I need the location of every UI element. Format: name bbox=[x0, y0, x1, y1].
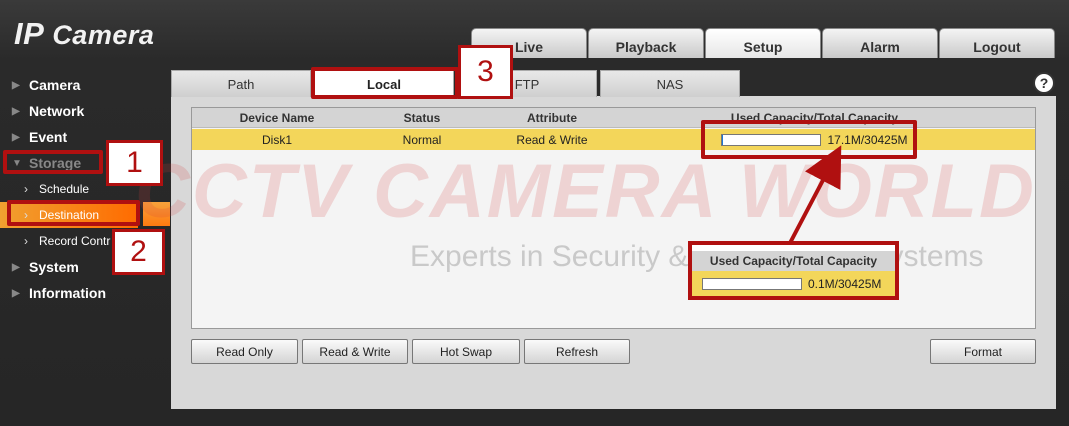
tab-logout[interactable]: Logout bbox=[939, 28, 1055, 58]
chevron-right-icon: › bbox=[24, 234, 28, 248]
annotation-box-storage bbox=[3, 150, 103, 174]
header-attribute: Attribute bbox=[527, 110, 577, 125]
sidebar-item-network[interactable]: ▶ Network bbox=[0, 98, 170, 124]
collapsed-arrow-icon: ▶ bbox=[12, 131, 20, 143]
read-write-button[interactable]: Read & Write bbox=[302, 339, 408, 364]
zoom-header: Used Capacity/Total Capacity bbox=[692, 251, 895, 271]
cell-attribute: Read & Write bbox=[516, 132, 588, 147]
help-icon[interactable]: ? bbox=[1033, 72, 1055, 94]
capacity-zoom-callout: Used Capacity/Total Capacity 0.1M/30425M bbox=[688, 241, 899, 300]
annotation-box-local-tab bbox=[311, 67, 459, 99]
format-button[interactable]: Format bbox=[930, 339, 1036, 364]
header-device-name: Device Name bbox=[239, 110, 315, 125]
logo-suffix: Camera bbox=[52, 20, 155, 50]
annotation-box-destination bbox=[7, 200, 140, 226]
sidebar-item-information[interactable]: ▶ Information bbox=[0, 280, 170, 306]
sidebar-subitem-label: Record Contr bbox=[39, 234, 111, 248]
collapsed-arrow-icon: ▶ bbox=[12, 79, 20, 91]
cell-device-name: Disk1 bbox=[261, 132, 292, 147]
annotation-number-2: 2 bbox=[112, 229, 165, 275]
zoom-row: 0.1M/30425M bbox=[692, 271, 895, 296]
active-menu-connector bbox=[143, 202, 170, 226]
subtab-path[interactable]: Path bbox=[171, 70, 311, 97]
logo-prefix: IP bbox=[14, 16, 45, 51]
sidebar-item-label: Event bbox=[29, 129, 68, 145]
sidebar-subitem-label: Schedule bbox=[39, 182, 90, 196]
hot-swap-button[interactable]: Hot Swap bbox=[412, 339, 520, 364]
tab-setup[interactable]: Setup bbox=[705, 28, 821, 58]
annotation-number-1: 1 bbox=[106, 140, 163, 186]
tab-playback[interactable]: Playback bbox=[588, 28, 704, 58]
sidebar-item-label: Camera bbox=[29, 77, 81, 93]
annotation-box-capacity bbox=[701, 120, 917, 159]
zoom-value: 0.1M/30425M bbox=[808, 276, 882, 291]
top-nav: Live Playback Setup Alarm Logout bbox=[471, 28, 1056, 58]
app-logo: IP Camera bbox=[14, 16, 154, 52]
collapsed-arrow-icon: ▶ bbox=[12, 287, 20, 299]
tab-alarm[interactable]: Alarm bbox=[822, 28, 938, 58]
read-only-button[interactable]: Read Only bbox=[191, 339, 298, 364]
sidebar-item-label: Information bbox=[29, 285, 106, 301]
subtab-nas[interactable]: NAS bbox=[600, 70, 740, 97]
annotation-number-3: 3 bbox=[458, 45, 513, 99]
sidebar-item-camera[interactable]: ▶ Camera bbox=[0, 72, 170, 98]
refresh-button[interactable]: Refresh bbox=[524, 339, 630, 364]
sidebar-item-label: System bbox=[29, 259, 79, 275]
cell-status: Normal bbox=[402, 132, 442, 147]
chevron-right-icon: › bbox=[24, 182, 28, 196]
header-status: Status bbox=[403, 110, 441, 125]
collapsed-arrow-icon: ▶ bbox=[12, 105, 20, 117]
zoom-progress-bar bbox=[702, 277, 802, 290]
collapsed-arrow-icon: ▶ bbox=[12, 261, 20, 273]
sidebar-item-label: Network bbox=[29, 103, 85, 119]
